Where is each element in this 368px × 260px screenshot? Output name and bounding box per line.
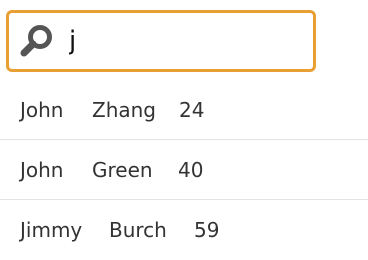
age: 59 [194, 218, 220, 242]
last-name: Zhang [92, 98, 157, 122]
age: 40 [178, 158, 204, 182]
search-icon [20, 25, 52, 57]
first-name: John [20, 98, 64, 122]
list-item[interactable]: John Green 40 [0, 140, 368, 200]
results-list: John Zhang 24 John Green 40 Jimmy Burch … [0, 80, 368, 260]
search-input[interactable] [69, 19, 305, 63]
search-box[interactable] [6, 10, 316, 72]
list-item[interactable]: Jimmy Burch 59 [0, 200, 368, 260]
age: 24 [179, 98, 205, 122]
first-name: Jimmy [20, 218, 83, 242]
last-name: Green [92, 158, 153, 182]
first-name: John [20, 158, 64, 182]
list-item[interactable]: John Zhang 24 [0, 80, 368, 140]
last-name: Burch [109, 218, 167, 242]
